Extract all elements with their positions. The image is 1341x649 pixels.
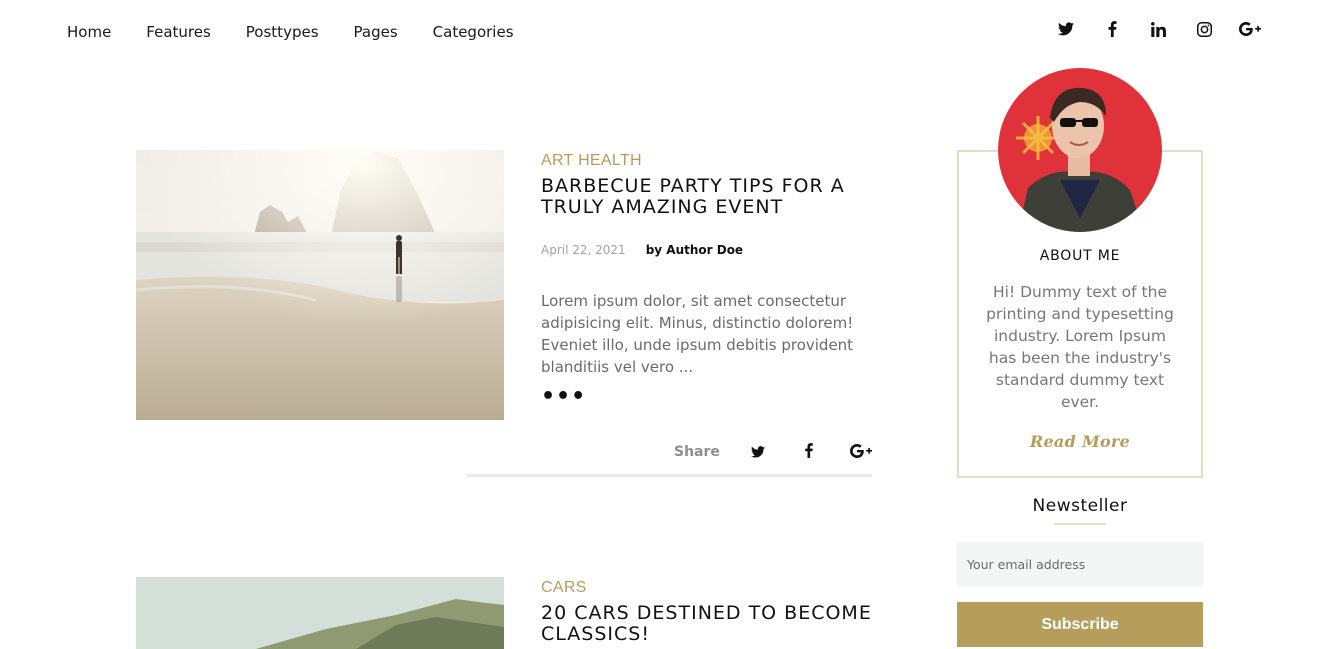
post-title[interactable]: BARBECUE PARTY TIPS FOR A TRULY AMAZING …: [541, 176, 872, 218]
post-image-beach[interactable]: [136, 150, 504, 420]
nav-item-features[interactable]: Features: [146, 22, 211, 42]
read-more-dots[interactable]: •••: [541, 386, 872, 408]
post-category[interactable]: CARS: [541, 577, 872, 599]
about-me-title: ABOUT ME: [1039, 248, 1121, 264]
share-bar: Share: [467, 435, 872, 477]
main-menu: Home Features Posttypes Pages Categories: [67, 22, 549, 42]
nav-item-categories[interactable]: Categories: [433, 22, 514, 42]
post-body: CARS 20 CARS DESTINED TO BECOME CLASSICS…: [541, 577, 872, 645]
post-date: April 22, 2021: [541, 243, 626, 257]
twitter-icon[interactable]: [1043, 22, 1089, 36]
social-links: [1043, 21, 1273, 37]
instagram-icon[interactable]: [1181, 21, 1227, 37]
nav-item-pages[interactable]: Pages: [354, 22, 398, 42]
post-category[interactable]: ART HEALTH: [541, 150, 872, 172]
google-plus-icon[interactable]: [1227, 22, 1273, 36]
about-me-text: Hi! Dummy text of the printing and types…: [986, 283, 1174, 411]
read-more-link[interactable]: Read More: [957, 432, 1203, 451]
facebook-icon[interactable]: [1089, 21, 1135, 37]
email-input[interactable]: [957, 542, 1203, 587]
nav-item-home[interactable]: Home: [67, 22, 111, 42]
top-navigation: Home Features Posttypes Pages Categories: [0, 0, 1341, 66]
nav-item-posttypes[interactable]: Posttypes: [246, 22, 319, 42]
linkedin-icon[interactable]: [1135, 21, 1181, 37]
share-google-plus-icon[interactable]: [850, 443, 872, 462]
newsletter-title: Newsteller: [1032, 496, 1128, 516]
post-author[interactable]: by Author Doe: [646, 242, 743, 258]
post-image-hills[interactable]: [136, 577, 504, 649]
newsletter-divider: [1054, 523, 1106, 525]
share-facebook-icon[interactable]: [805, 443, 813, 462]
share-label: Share: [674, 444, 720, 460]
post-body: ART HEALTH BARBECUE PARTY TIPS FOR A TRU…: [541, 150, 872, 408]
post-excerpt: Lorem ipsum dolor, sit amet consectetur …: [541, 292, 854, 376]
subscribe-button[interactable]: Subscribe: [957, 602, 1203, 647]
post-meta: April 22, 2021 by Author Doe: [541, 242, 872, 258]
share-twitter-icon[interactable]: [751, 443, 765, 462]
post-title[interactable]: 20 CARS DESTINED TO BECOME CLASSICS!: [541, 603, 872, 645]
author-avatar: [998, 68, 1162, 232]
